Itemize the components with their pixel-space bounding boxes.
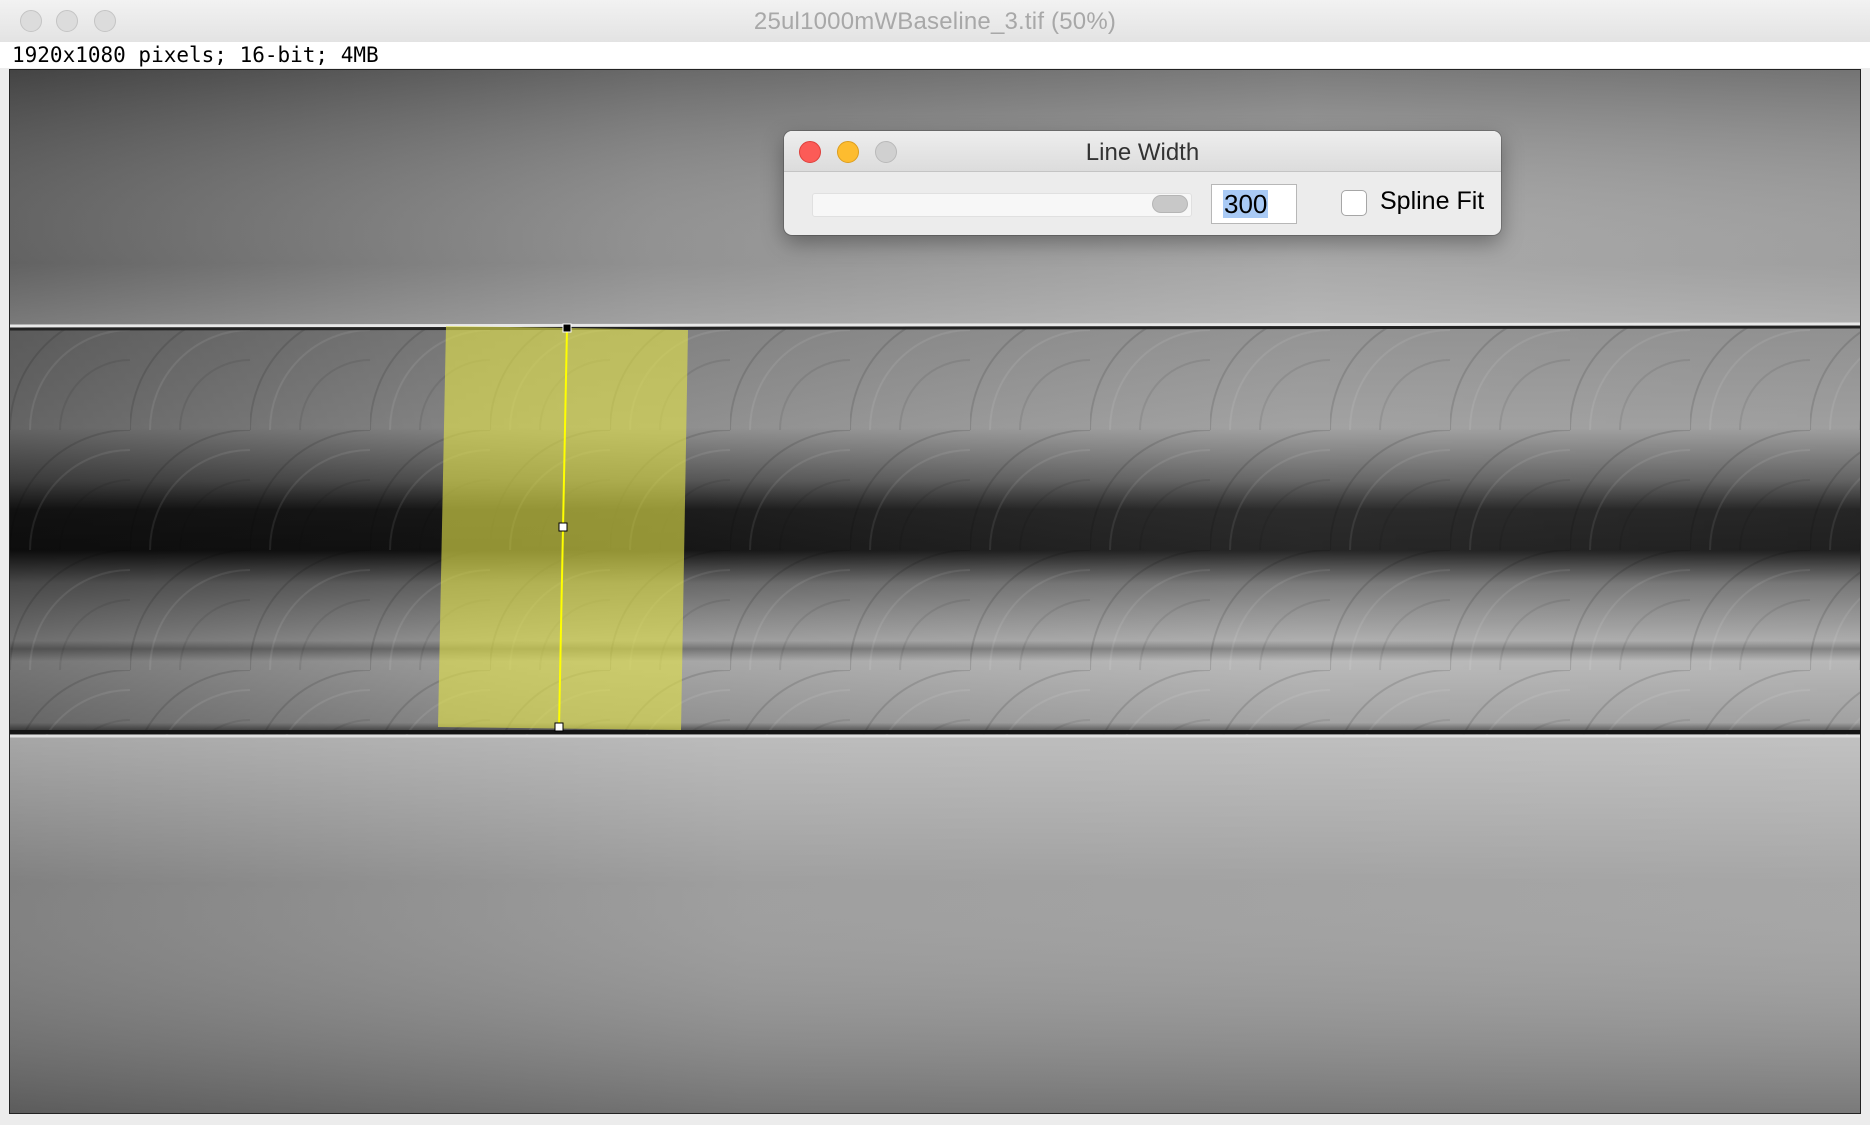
spline-fit-label[interactable]: Spline Fit xyxy=(1380,187,1484,216)
window-title: 25ul1000mWBaseline_3.tif (50%) xyxy=(753,8,1117,35)
image-info-text: 1920x1080 pixels; 16-bit; 4MB xyxy=(12,43,379,67)
image-info-bar: 1920x1080 pixels; 16-bit; 4MB xyxy=(0,42,1870,68)
spline-fit-checkbox[interactable] xyxy=(1341,190,1367,216)
selection-handle-top[interactable] xyxy=(562,323,572,333)
dialog-title: Line Width xyxy=(1085,139,1200,166)
dialog-titlebar[interactable]: Line Width xyxy=(784,131,1501,172)
line-width-slider-thumb[interactable] xyxy=(1152,195,1188,213)
line-width-value[interactable]: 300 xyxy=(1223,190,1269,218)
line-width-dialog[interactable]: Line Width 300 Spline Fit xyxy=(784,131,1501,235)
selection-handle-bottom[interactable] xyxy=(554,722,564,732)
line-width-input[interactable]: 300 xyxy=(1211,184,1297,224)
channel xyxy=(10,322,1860,738)
line-selection[interactable] xyxy=(438,323,688,732)
window-titlebar[interactable]: 25ul1000mWBaseline_3.tif (50%) xyxy=(0,0,1870,43)
line-width-slider[interactable] xyxy=(812,193,1192,217)
image-window: 25ul1000mWBaseline_3.tif (50%) 1920x1080… xyxy=(0,0,1870,1125)
selection-handle-middle[interactable] xyxy=(558,522,568,532)
